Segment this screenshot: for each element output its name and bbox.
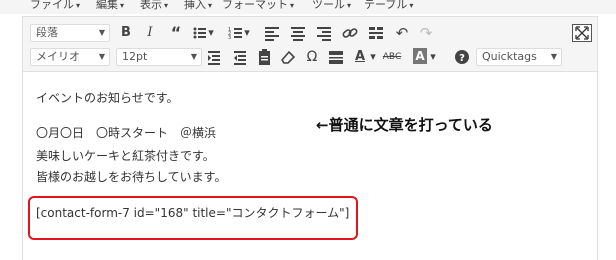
highlight-swatch: A — [413, 48, 427, 64]
background-color-button[interactable]: A — [410, 47, 430, 67]
align-center-icon — [291, 27, 305, 41]
svg-text:?: ? — [459, 53, 465, 64]
font-size-select[interactable]: 12pt ▼ — [116, 48, 202, 66]
contact-form-shortcode: [contact-form-7 id="168" title="コンタクトフォー… — [36, 206, 350, 220]
horizontal-rule-icon — [369, 27, 383, 39]
paste-text-button[interactable] — [254, 47, 274, 67]
paragraph-1: イベントのお知らせです。 — [36, 91, 179, 105]
paragraph-3: 美味しいケーキと紅茶付きです。 — [36, 149, 215, 163]
help-icon: ? — [455, 50, 469, 64]
menu-format[interactable]: フォーマット ▾ — [222, 0, 294, 11]
horizontal-rule-button[interactable] — [366, 23, 386, 43]
redo-button[interactable]: ↷ — [416, 23, 436, 43]
text-color-dropdown[interactable]: ▾ — [368, 47, 378, 67]
menu-bar: ファイル ▾ 編集 ▾ 表示 ▾ 挿入 ▾ フォーマット ▾ ツール ▾ テーブル ▾ — [0, 0, 616, 14]
quicktags-select[interactable]: Quicktags ▼ — [476, 48, 562, 66]
menu-tools[interactable]: ツール ▾ — [312, 0, 351, 11]
align-left-icon — [265, 27, 279, 41]
indent-icon — [208, 51, 220, 65]
menu-edit[interactable]: 編集 ▾ — [96, 0, 124, 11]
outdent-button[interactable] — [230, 47, 250, 67]
link-icon — [342, 28, 358, 38]
strikethrough-button[interactable]: ABC — [382, 47, 402, 67]
menu-insert[interactable]: 挿入 ▾ — [184, 0, 212, 11]
insert-more-button[interactable] — [326, 47, 346, 67]
annotation-note: ←普通に文章を打っている — [316, 116, 493, 134]
background-color-dropdown[interactable]: ▾ — [428, 47, 438, 67]
blockquote-button[interactable]: “ — [166, 23, 186, 43]
help-button[interactable]: ? — [452, 47, 472, 67]
insert-link-button[interactable] — [340, 23, 360, 43]
menu-table[interactable]: テーブル ▾ — [364, 0, 413, 11]
paragraph-4: 皆様のお越しをお待ちしています。 — [36, 170, 227, 184]
clipboard-icon — [259, 49, 270, 65]
bullet-list-dropdown[interactable]: ▾ — [206, 23, 216, 43]
italic-button[interactable]: I — [140, 23, 160, 43]
menu-view[interactable]: 表示 ▾ — [140, 0, 168, 11]
text-color-button[interactable]: A — [350, 47, 370, 67]
align-right-button[interactable] — [314, 23, 334, 43]
strikethrough-paste-button[interactable] — [204, 47, 224, 67]
align-left-button[interactable] — [262, 23, 282, 43]
align-right-icon — [317, 27, 331, 41]
font-family-select[interactable]: メイリオ ▼ — [30, 48, 110, 66]
fullscreen-button[interactable] — [572, 24, 592, 42]
svg-text:3: 3 — [228, 35, 231, 41]
expand-icon — [575, 26, 589, 40]
bold-button[interactable]: B — [116, 23, 136, 43]
align-center-button[interactable] — [288, 23, 308, 43]
paragraph-format-select[interactable]: 段落 ▼ — [30, 24, 110, 42]
special-character-button[interactable]: Ω — [302, 47, 322, 67]
paragraph-2: 〇月〇日 〇時スタート ＠横浜 — [36, 126, 217, 140]
undo-button[interactable]: ↶ — [392, 23, 412, 43]
menu-file[interactable]: ファイル ▾ — [30, 0, 80, 11]
eraser-icon — [280, 50, 296, 64]
outdent-icon — [234, 51, 246, 65]
more-tag-icon — [329, 51, 343, 64]
clear-formatting-button[interactable] — [278, 47, 298, 67]
numbered-list-dropdown[interactable]: ▾ — [242, 23, 252, 43]
